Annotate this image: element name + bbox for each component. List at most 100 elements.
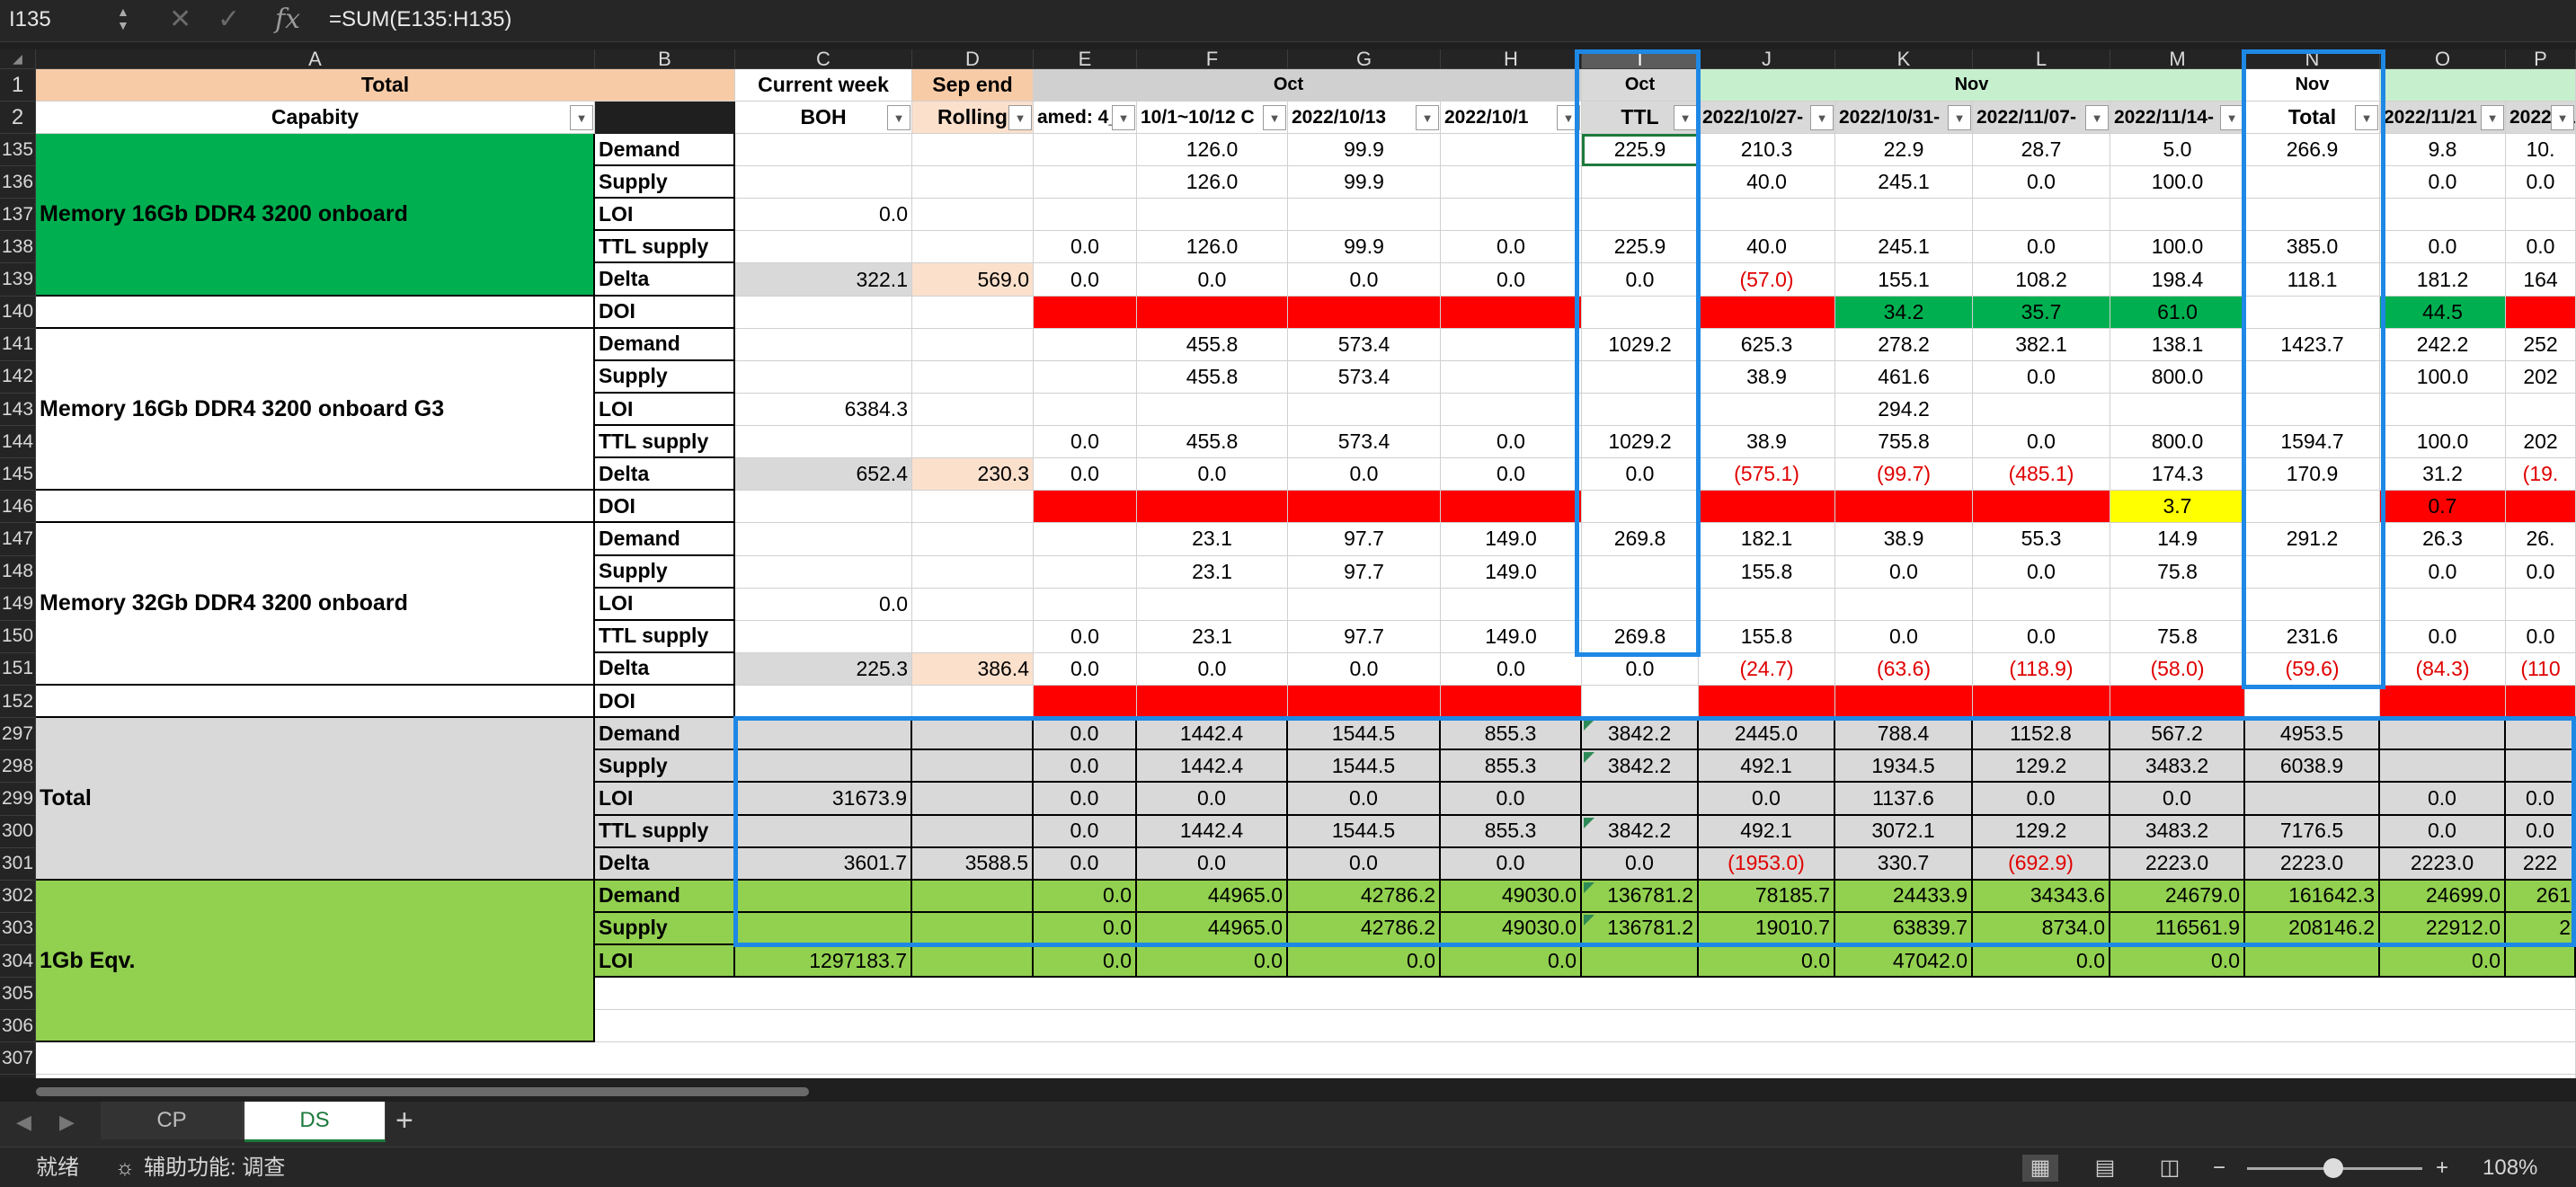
data-cell[interactable] [1699, 199, 1835, 232]
data-cell[interactable]: 118.1 [2245, 263, 2380, 297]
data-cell[interactable]: 0.0 [1034, 652, 1137, 687]
data-cell[interactable] [735, 491, 912, 524]
data-cell[interactable] [1973, 686, 2110, 719]
data-cell[interactable]: (692.9) [1973, 847, 2110, 881]
data-cell[interactable]: 44965.0 [1137, 880, 1288, 913]
data-cell[interactable]: (575.1) [1699, 458, 1835, 492]
data-cell[interactable]: 455.8 [1137, 328, 1288, 361]
column-header-a[interactable]: A [36, 49, 595, 69]
data-cell[interactable]: 0.7 [2380, 491, 2506, 524]
column-header-c[interactable]: C [735, 49, 912, 69]
data-cell[interactable]: 278.2 [1835, 328, 1973, 361]
data-cell[interactable]: 40.0 [1699, 166, 1835, 199]
data-cell[interactable] [912, 912, 1034, 945]
data-cell[interactable] [2245, 588, 2380, 621]
data-cell[interactable]: 0.0 [1137, 847, 1288, 881]
data-cell[interactable]: 0.0 [1973, 360, 2110, 394]
data-cell[interactable] [1034, 166, 1137, 199]
page-break-view-icon[interactable]: ◫ [2152, 1155, 2188, 1182]
data-cell[interactable] [1699, 393, 1835, 427]
data-cell[interactable]: 0.0 [1034, 458, 1137, 492]
data-cell[interactable] [1582, 686, 1699, 719]
row-header[interactable]: 303 [0, 912, 36, 945]
data-cell[interactable] [1441, 491, 1582, 524]
data-cell[interactable]: 0.0 [2506, 166, 2576, 199]
data-cell[interactable]: 23.1 [1137, 620, 1288, 653]
data-cell[interactable] [1137, 199, 1288, 232]
data-cell[interactable]: 26.3 [2380, 523, 2506, 556]
data-cell[interactable] [735, 880, 912, 913]
data-cell[interactable] [2245, 199, 2380, 232]
column-header-p[interactable]: P [2506, 49, 2576, 69]
data-cell[interactable]: 75.8 [2110, 620, 2245, 653]
row-header[interactable]: 148 [0, 555, 36, 589]
data-cell[interactable]: 0.0 [1582, 263, 1699, 297]
data-cell[interactable]: 1152.8 [1973, 718, 2110, 751]
data-cell[interactable]: 34.2 [1835, 296, 1973, 329]
column-header-h[interactable]: H [1441, 49, 1582, 69]
data-cell[interactable]: 0.0 [1441, 945, 1582, 979]
data-cell[interactable]: 42786.2 [1288, 880, 1441, 913]
data-cell[interactable]: 99.9 [1288, 134, 1441, 167]
data-cell[interactable] [912, 880, 1034, 913]
data-cell[interactable]: 174.3 [2110, 458, 2245, 492]
data-cell[interactable]: 382.1 [1973, 328, 2110, 361]
data-cell[interactable] [1699, 296, 1835, 329]
data-cell[interactable]: 99.9 [1288, 231, 1441, 264]
row-header[interactable]: 301 [0, 847, 36, 881]
data-cell[interactable]: 0.0 [1034, 620, 1137, 653]
column-header-l[interactable]: L [1973, 49, 2110, 69]
data-cell[interactable]: 755.8 [1835, 426, 1973, 459]
data-cell[interactable]: 0.0 [1973, 166, 2110, 199]
data-cell[interactable]: 0.0 [2506, 231, 2576, 264]
data-cell[interactable] [2506, 393, 2576, 427]
row-header[interactable]: 136 [0, 166, 36, 199]
data-cell[interactable] [2245, 166, 2380, 199]
data-cell[interactable]: 155.8 [1699, 555, 1835, 589]
data-cell[interactable] [2380, 718, 2506, 751]
data-cell[interactable]: 14.9 [2110, 523, 2245, 556]
data-cell[interactable]: 208146.2 [2245, 912, 2380, 945]
data-cell[interactable]: 24679.0 [2110, 880, 2245, 913]
data-cell[interactable]: 0.0 [1973, 555, 2110, 589]
accessibility-icon[interactable]: ☼ [115, 1155, 135, 1182]
data-cell[interactable]: 0.0 [1582, 652, 1699, 687]
data-cell[interactable]: 330.7 [1835, 847, 1973, 881]
next-sheet-icon[interactable]: ▶ [59, 1111, 75, 1134]
data-cell[interactable]: 0.0 [2506, 555, 2576, 589]
column-header-k[interactable]: K [1835, 49, 1973, 69]
data-cell[interactable] [1582, 945, 1699, 979]
data-cell[interactable] [1034, 134, 1137, 167]
row-header[interactable]: 300 [0, 815, 36, 848]
data-cell[interactable]: 38.9 [1699, 426, 1835, 459]
data-cell[interactable] [912, 750, 1034, 784]
data-cell[interactable]: 322.1 [735, 263, 912, 297]
data-cell[interactable]: 0.0 [2506, 620, 2576, 653]
data-cell[interactable]: 652.4 [735, 458, 912, 492]
data-cell[interactable] [1441, 360, 1582, 394]
data-cell[interactable] [1034, 199, 1137, 232]
data-cell[interactable]: 49030.0 [1441, 912, 1582, 945]
data-cell[interactable]: 170.9 [2245, 458, 2380, 492]
data-cell[interactable] [912, 231, 1034, 264]
data-cell[interactable]: 230.3 [912, 458, 1034, 492]
row-header[interactable]: 305 [0, 978, 36, 1011]
data-cell[interactable] [1582, 360, 1699, 394]
row-header[interactable]: 1 [0, 69, 36, 102]
data-cell[interactable] [1137, 491, 1288, 524]
data-cell[interactable]: 10. [2506, 134, 2576, 167]
data-cell[interactable] [1288, 588, 1441, 621]
data-cell[interactable] [2380, 199, 2506, 232]
data-cell[interactable] [735, 686, 912, 719]
data-cell[interactable]: 225.3 [735, 652, 912, 687]
add-sheet-button[interactable]: + [395, 1105, 413, 1136]
row-header[interactable]: 302 [0, 880, 36, 913]
filter-dropdown-icon[interactable]: ▼ [1674, 105, 1697, 130]
data-cell[interactable] [1582, 393, 1699, 427]
data-cell[interactable]: 0.0 [2380, 555, 2506, 589]
cancel-icon[interactable]: ✕ [169, 4, 191, 36]
data-cell[interactable]: (84.3) [2380, 652, 2506, 687]
row-header[interactable]: 142 [0, 360, 36, 394]
data-cell[interactable]: 28.7 [1973, 134, 2110, 167]
data-cell[interactable]: 0.0 [735, 199, 912, 232]
